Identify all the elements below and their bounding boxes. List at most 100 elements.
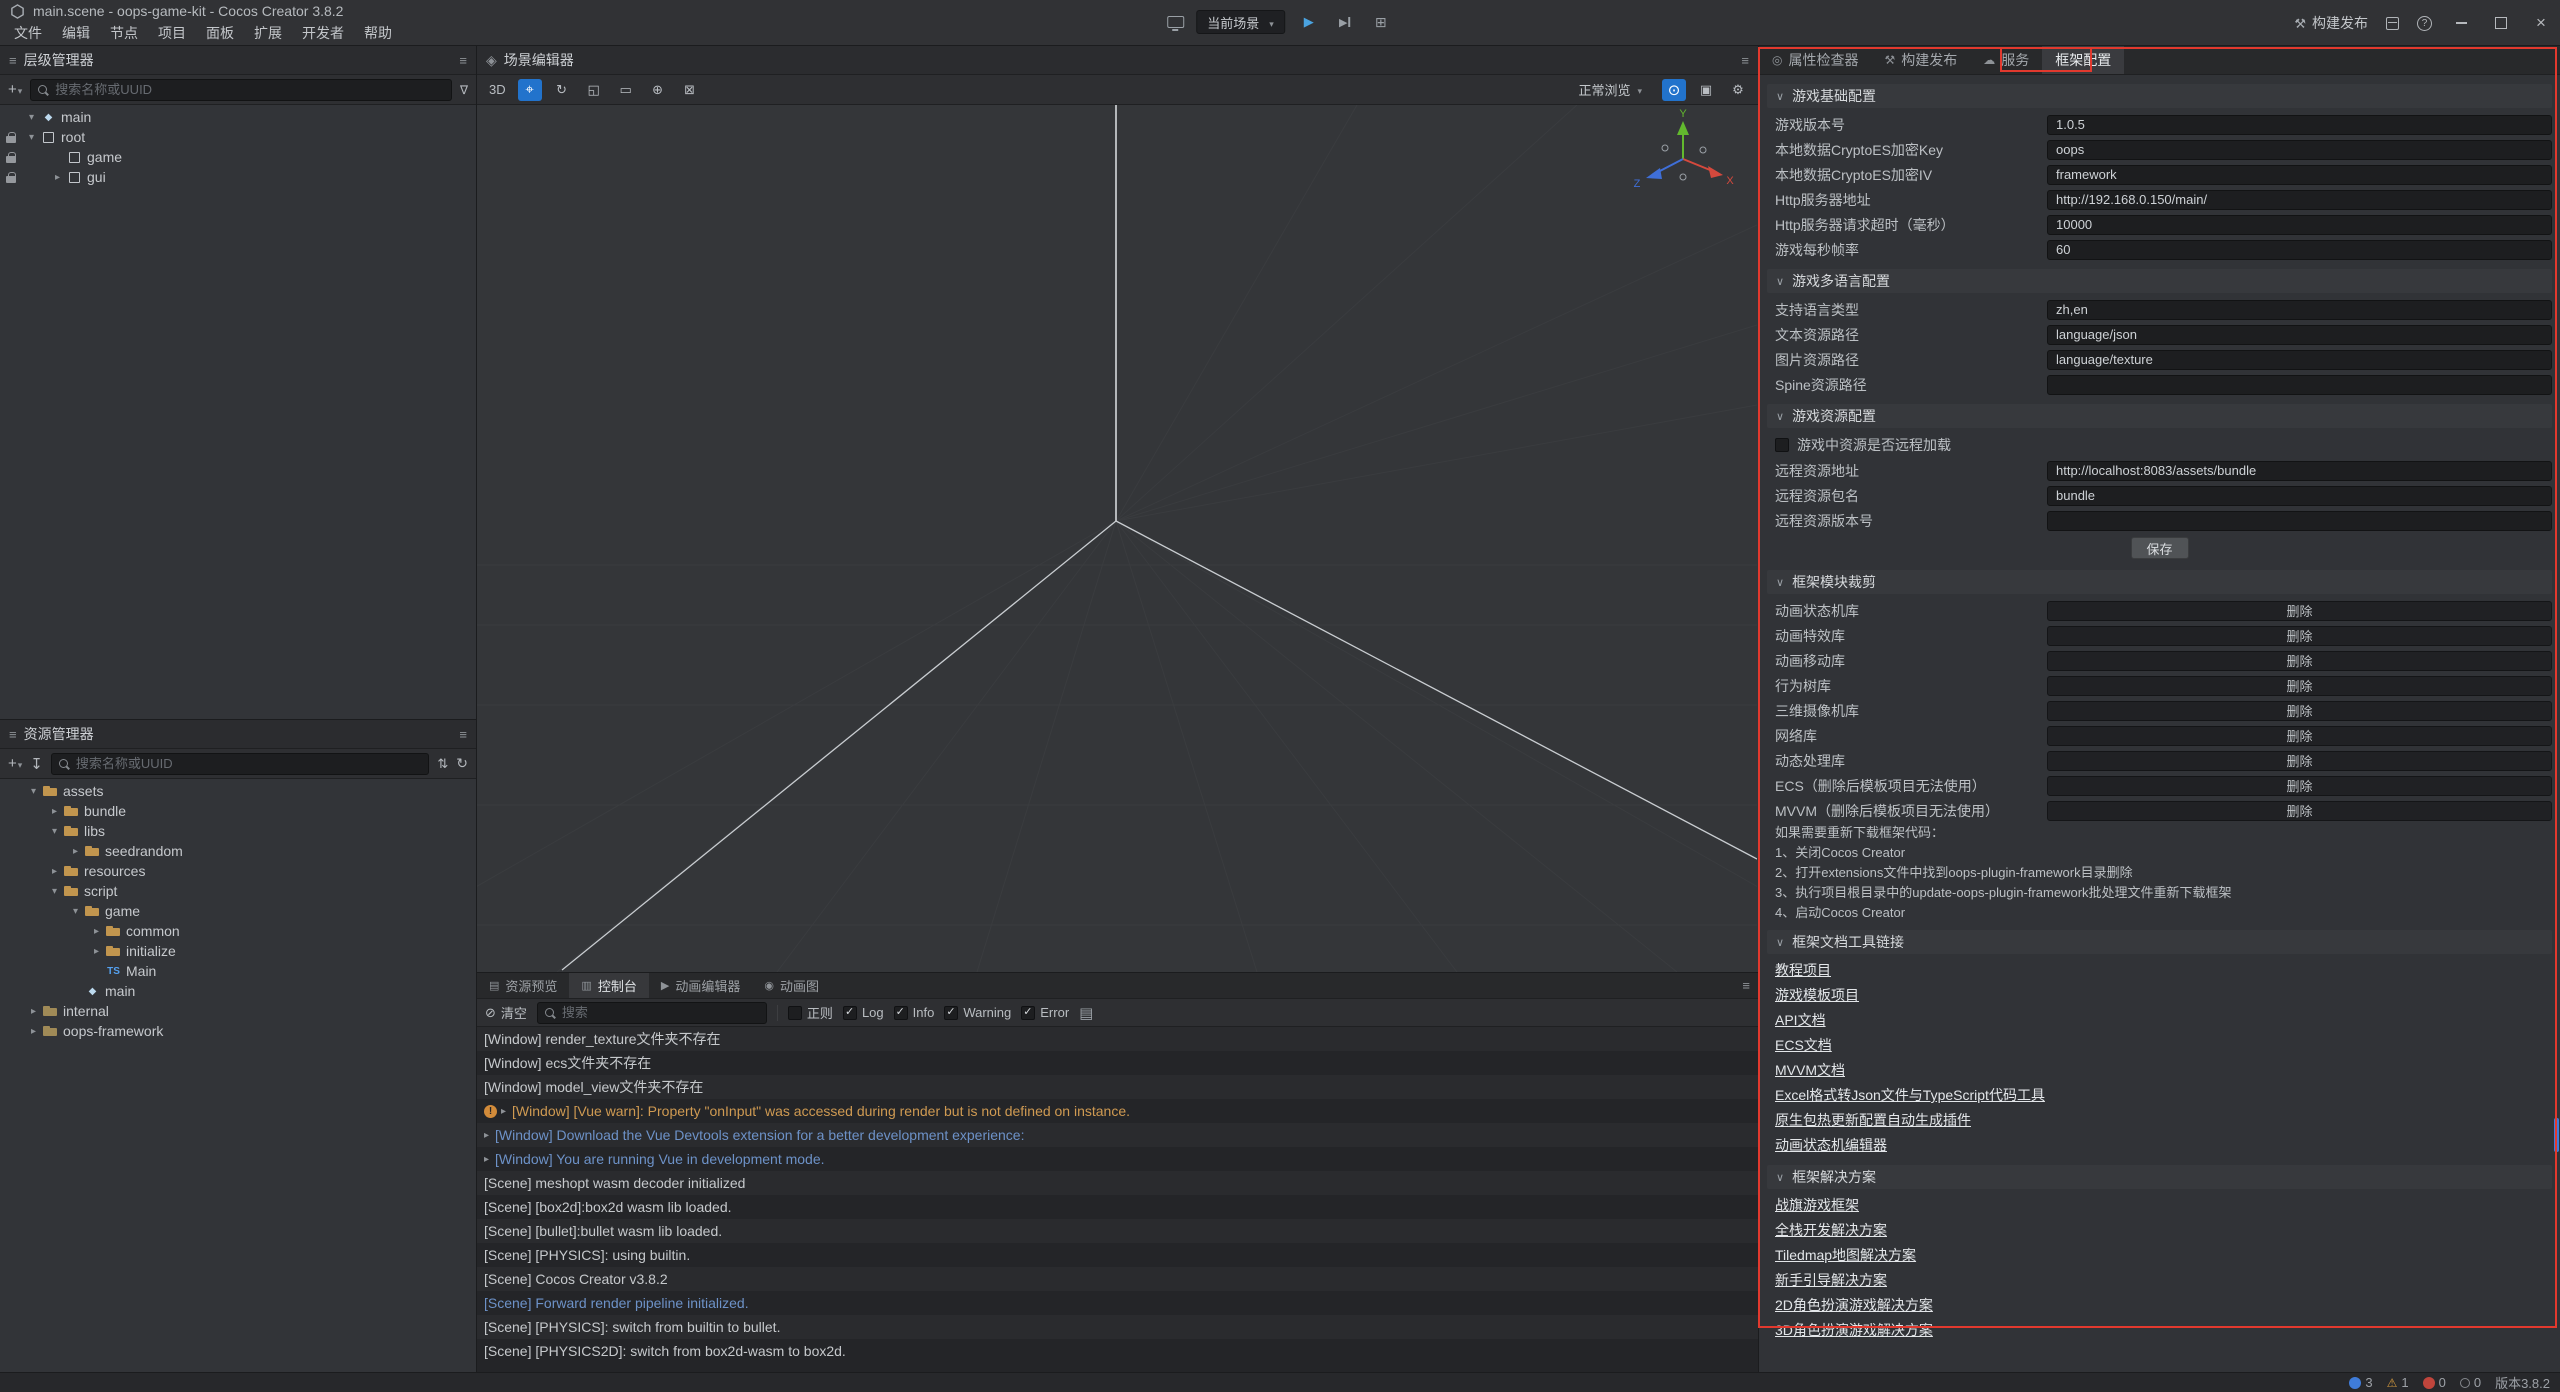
asset-row[interactable]: ▸ oops-framework [0, 1021, 476, 1041]
expand-arrow-icon[interactable]: ▸ [50, 172, 65, 183]
section-solutions[interactable]: 框架解决方案 [1767, 1165, 2552, 1189]
import-asset-button[interactable] [30, 755, 43, 773]
sort-assets-button[interactable] [437, 755, 448, 772]
mode-3d-toggle[interactable]: 3D [485, 79, 510, 101]
console-log-row[interactable]: [Scene] Cocos Creator v3.8.2 [477, 1267, 1758, 1291]
clear-console-button[interactable]: 清空 [485, 1003, 527, 1022]
framework-link[interactable]: API文档 [1767, 1008, 2552, 1033]
hierarchy-node-row[interactable]: ▾ root [0, 127, 476, 147]
console-log-row[interactable]: [Scene] [PHYSICS]: using builtin. [477, 1243, 1758, 1267]
menu-item[interactable]: 开发者 [292, 22, 354, 44]
framework-link[interactable]: 全栈开发解决方案 [1767, 1218, 2552, 1243]
property-input[interactable]: language/json [2047, 325, 2552, 345]
delete-module-button[interactable]: 删除 [2047, 651, 2552, 671]
framework-link[interactable]: 战旗游戏框架 [1767, 1193, 2552, 1218]
lock-icon[interactable] [6, 172, 16, 183]
filter-checkbox[interactable] [944, 1006, 958, 1020]
asset-row[interactable]: ▾ libs [0, 821, 476, 841]
asset-row[interactable]: ▾ script [0, 881, 476, 901]
framework-link[interactable]: 原生包热更新配置自动生成插件 [1767, 1108, 2552, 1133]
delete-module-button[interactable]: 删除 [2047, 776, 2552, 796]
hierarchy-node-row[interactable]: game [0, 147, 476, 167]
filter-button[interactable] [460, 81, 468, 98]
property-input[interactable]: http://192.168.0.150/main/ [2047, 190, 2552, 210]
framework-link[interactable]: 教程项目 [1767, 958, 2552, 983]
console-error-count[interactable]: 0 [2423, 1375, 2446, 1390]
extensions-icon[interactable] [2386, 17, 2399, 30]
expand-arrow-icon[interactable] [484, 1154, 489, 1165]
lock-icon[interactable] [6, 132, 16, 143]
create-node-button[interactable] [8, 81, 22, 98]
view-mode-dropdown[interactable]: 正常浏览 [1578, 80, 1642, 99]
console-log-row[interactable]: [Window] Download the Vue Devtools exten… [477, 1123, 1758, 1147]
delete-module-button[interactable]: 删除 [2047, 726, 2552, 746]
delete-module-button[interactable]: 删除 [2047, 626, 2552, 646]
expand-arrow-icon[interactable]: ▸ [47, 866, 62, 877]
menu-item[interactable]: 文件 [4, 22, 52, 44]
asset-row[interactable]: ▾ assets [0, 781, 476, 801]
console-log-row[interactable]: [Scene] Forward render pipeline initiali… [477, 1291, 1758, 1315]
framework-link[interactable]: 3D角色扮演游戏解决方案 [1767, 1318, 2552, 1343]
console-log-row[interactable]: [Scene] [bullet]:bullet wasm lib loaded. [477, 1219, 1758, 1243]
property-input[interactable] [2047, 511, 2552, 531]
preview-grid-button[interactable] [1369, 10, 1393, 34]
section-language-config[interactable]: 游戏多语言配置 [1767, 269, 2552, 293]
scene-selector-dropdown[interactable]: 当前场景 [1196, 10, 1285, 34]
asset-row[interactable]: ▸ common [0, 921, 476, 941]
console-menu-button[interactable] [1742, 978, 1750, 993]
asset-row[interactable]: Main [0, 961, 476, 981]
remote-load-checkbox[interactable] [1775, 438, 1789, 452]
maximize-button[interactable] [2490, 10, 2512, 36]
framework-link[interactable]: 新手引导解决方案 [1767, 1268, 2552, 1293]
scene-viewport[interactable]: Y X Z [477, 105, 1758, 972]
console-tab[interactable]: 动画图 [752, 973, 831, 998]
hierarchy-node-row[interactable]: ▸ gui [0, 167, 476, 187]
expand-arrow-icon[interactable]: ▾ [26, 786, 41, 797]
regex-checkbox[interactable] [788, 1006, 802, 1020]
rotate-tool-button[interactable] [550, 79, 574, 101]
asset-row[interactable]: ▸ initialize [0, 941, 476, 961]
console-tab[interactable]: 动画编辑器 [649, 973, 752, 998]
framework-link[interactable]: 游戏模板项目 [1767, 983, 2552, 1008]
framework-link[interactable]: Tiledmap地图解决方案 [1767, 1243, 2552, 1268]
expand-arrow-icon[interactable]: ▸ [68, 846, 83, 857]
inspector-tab[interactable]: 构建发布 [1871, 46, 1970, 74]
asset-row[interactable]: main [0, 981, 476, 1001]
assets-search[interactable] [51, 753, 429, 775]
property-input[interactable]: oops [2047, 140, 2552, 160]
expand-arrow-icon[interactable]: ▾ [47, 826, 62, 837]
framework-link[interactable]: 动画状态机编辑器 [1767, 1133, 2552, 1158]
inspector-scrollbar-thumb[interactable] [2554, 1118, 2559, 1152]
expand-arrow-icon[interactable]: ▸ [26, 1026, 41, 1037]
console-log-row[interactable]: [Scene] [PHYSICS]: switch from builtin t… [477, 1315, 1758, 1339]
expand-arrow-icon[interactable] [501, 1106, 506, 1117]
expand-arrow-icon[interactable]: ▾ [24, 132, 39, 143]
framework-link[interactable]: MVVM文档 [1767, 1058, 2552, 1083]
delete-module-button[interactable]: 删除 [2047, 676, 2552, 696]
property-input[interactable]: 60 [2047, 240, 2552, 260]
expand-arrow-icon[interactable] [484, 1130, 489, 1141]
filter-checkbox[interactable] [894, 1006, 908, 1020]
console-log-row[interactable]: [Window] ecs文件夹不存在 [477, 1051, 1758, 1075]
log-filter-toggle[interactable]: Warning [944, 1005, 1011, 1020]
menu-item[interactable]: 面板 [196, 22, 244, 44]
expand-arrow-icon[interactable]: ▸ [26, 1006, 41, 1017]
asset-row[interactable]: ▸ resources [0, 861, 476, 881]
asset-row[interactable]: ▸ internal [0, 1001, 476, 1021]
create-asset-button[interactable] [8, 755, 22, 772]
expand-arrow-icon[interactable]: ▾ [24, 112, 39, 123]
expand-arrow-icon[interactable]: ▾ [68, 906, 83, 917]
help-icon[interactable] [2417, 16, 2432, 31]
section-doc-links[interactable]: 框架文档工具链接 [1767, 930, 2552, 954]
hierarchy-search-input[interactable] [55, 82, 444, 97]
menu-item[interactable]: 帮助 [354, 22, 402, 44]
scene-settings-button[interactable] [1726, 79, 1750, 101]
console-search-input[interactable] [562, 1005, 759, 1020]
lighting-toggle-button[interactable] [1662, 79, 1686, 101]
console-log-row[interactable]: [Window] render_texture文件夹不存在 [477, 1027, 1758, 1051]
assets-search-input[interactable] [76, 756, 421, 771]
property-input[interactable]: framework [2047, 165, 2552, 185]
refresh-assets-button[interactable] [456, 755, 468, 772]
move-tool-button[interactable] [518, 79, 542, 101]
console-tab[interactable]: 资源预览 [477, 973, 569, 998]
